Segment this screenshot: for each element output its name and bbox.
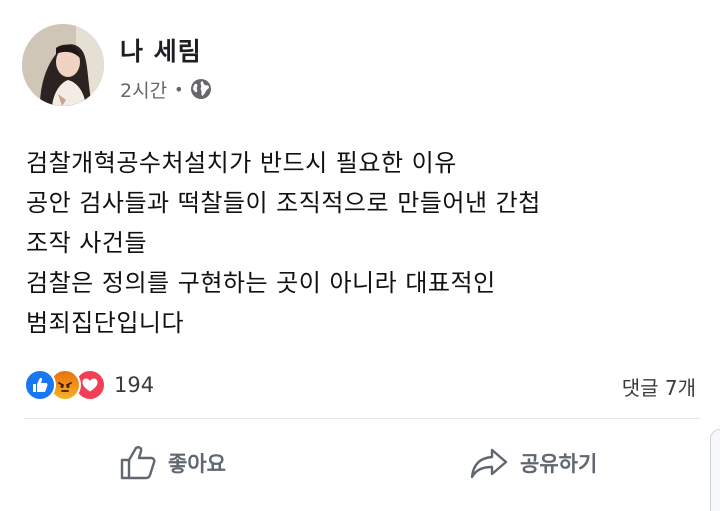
post-body-line: 검찰개혁공수처설치가 반드시 필요한 이유 <box>26 149 457 177</box>
post-timestamp[interactable]: 2시간 <box>120 76 167 103</box>
post-body: 검찰개혁공수처설치가 반드시 필요한 이유 공안 검사들과 떡찰들이 조직적으로… <box>26 143 696 343</box>
post-meta: 2시간 • <box>120 76 212 102</box>
meta-separator: • <box>174 79 184 99</box>
like-reaction-icon <box>24 369 56 401</box>
post-actions: 좋아요 공유하기 <box>0 420 720 506</box>
thumbs-up-icon <box>120 446 156 480</box>
share-arrow-icon <box>470 448 508 479</box>
post-body-line: 조작 사건들 <box>26 229 148 257</box>
post-body-line: 검찰은 정의를 구현하는 곳이 아니라 대표적인 <box>26 269 496 297</box>
globe-icon[interactable] <box>190 78 212 100</box>
reaction-summary[interactable]: 194 <box>24 368 154 402</box>
post-body-line: 공안 검사들과 떡찰들이 조직적으로 만들어낸 간첩 <box>26 189 541 217</box>
post-header: 나 세림 2시간 • <box>22 24 682 108</box>
post-body-line: 범죄집단입니다 <box>26 309 185 337</box>
avatar-photo-icon <box>22 24 104 106</box>
like-button[interactable]: 좋아요 <box>118 440 226 486</box>
share-button-label: 공유하기 <box>520 452 598 476</box>
like-button-label: 좋아요 <box>168 452 226 476</box>
comments-count-link[interactable]: 댓글 7개 <box>622 372 696 401</box>
avatar[interactable] <box>22 24 104 106</box>
author-name[interactable]: 나 세림 <box>120 32 202 68</box>
next-card-edge <box>710 429 720 511</box>
facebook-post: 나 세림 2시간 • 검찰개혁공수처설치가 반드시 필요한 이유 공안 검사들과… <box>0 0 720 511</box>
share-button[interactable]: 공유하기 <box>468 440 597 486</box>
divider <box>24 418 700 419</box>
reaction-count: 194 <box>114 373 155 397</box>
